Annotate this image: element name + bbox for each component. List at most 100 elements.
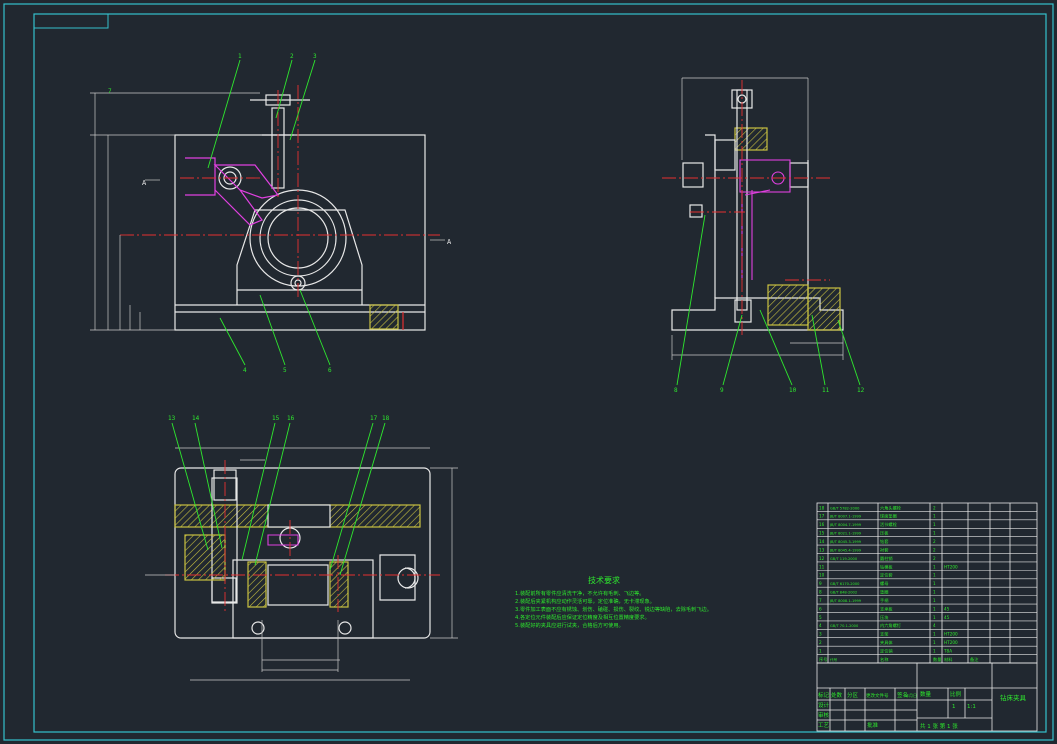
bom-cell: 1 <box>933 573 936 578</box>
bom-cell: 1 <box>933 598 936 603</box>
tb-role-process: 工艺 <box>818 722 830 729</box>
bom-cell: 六角头螺栓 <box>880 504 902 511</box>
bom-cell: 压板 <box>880 530 889 537</box>
top-view <box>174 467 431 639</box>
bom-cell: 1 <box>933 648 936 653</box>
bom-cell: 钻模板 <box>880 563 893 570</box>
bom-cell: 2 <box>933 547 936 552</box>
bom-cell: 2 <box>933 539 936 544</box>
technical-requirements: 技术要求 1.装配前所有零件应清洗干净，不允许有毛刺、飞边等。 2.装配后夹紧机… <box>515 575 712 629</box>
bom-cell: 1 <box>819 648 822 653</box>
top-balloon-13: 13 <box>168 415 176 422</box>
bom-cell: 球面垫圈 <box>880 513 897 520</box>
side-top-boss <box>734 127 768 151</box>
bom-cell: GB/T 6170-2000 <box>830 582 860 586</box>
bom-cell: JB/T 8004.7-1999 <box>829 523 862 527</box>
bom-cell: 9 <box>819 581 822 586</box>
tech-req-line-1: 1.装配前所有零件应清洗干净，不允许有毛刺、飞边等。 <box>515 589 644 597</box>
bom-cell: 5 <box>819 615 822 620</box>
bom-rows: 18 GB/T 5782-2000 六角头螺栓 217 JB/T 8007.1-1999… <box>817 504 1037 663</box>
bom-cell: 活节螺栓 <box>880 521 898 528</box>
bom-cell: 支架 <box>880 631 888 638</box>
bom-cell: GB/T 119-2000 <box>830 557 858 561</box>
tech-req-line-3: 3.零件加工表面不应有锈蚀、划伤、磕碰、损伤、裂纹、锐边等缺陷，去除毛刺飞边。 <box>515 605 712 613</box>
side-balloon-9: 9 <box>720 387 724 394</box>
top-balloon-14: 14 <box>192 415 200 422</box>
bom-cell: 14 <box>819 539 825 544</box>
bom-cell: 1 <box>933 522 936 527</box>
bom-cell: 7 <box>819 598 822 603</box>
side-balloon-11: 11 <box>822 387 830 394</box>
bom-cell: 12 <box>819 556 825 561</box>
bom-cell: JB/T 8007.1-1999 <box>829 515 862 519</box>
bom-cell: 1 <box>933 632 936 637</box>
tb-row-change: 更改文件号 <box>866 692 889 699</box>
bom-cell: 衬套 <box>880 546 889 553</box>
bom-cell: 15 <box>819 531 825 536</box>
bom-cell: JB/T 8045.3-1999 <box>829 540 862 544</box>
bom-cell: 1 <box>933 590 936 595</box>
bom-cell: 8 <box>819 590 822 595</box>
tech-req-line-4: 4.各定位元件装配后应保证定位精度及相互位置精度要求。 <box>515 613 650 621</box>
bom-cell: HT200 <box>944 632 958 637</box>
top-balloon-16: 16 <box>287 415 295 422</box>
bom-cell: T8A <box>943 648 952 653</box>
bom-cell: JB/T 8008.1-1999 <box>829 599 862 603</box>
bom-header-cell: 序号 <box>819 656 827 663</box>
bom-cell: 1 <box>933 531 936 536</box>
scale-value: 1:1 <box>967 704 976 710</box>
top-balloon-18: 18 <box>382 415 390 422</box>
code-box <box>33 13 109 29</box>
bom-cell: HT200 <box>944 564 958 569</box>
bom-cell: 10 <box>819 573 825 578</box>
bom-cell: 1 <box>933 581 936 586</box>
bom-cell: 定位销 <box>880 647 893 654</box>
front-view <box>174 94 426 331</box>
top-bushing-right <box>329 561 349 608</box>
bom-cell: 1 <box>933 514 936 519</box>
bom-header-cell: 名称 <box>880 656 888 663</box>
front-hatch-right <box>369 304 399 330</box>
front-balloon-6: 6 <box>328 367 332 374</box>
drawing-name: 钻床夹具 <box>1000 693 1027 702</box>
bom-cell: 1 <box>933 564 936 569</box>
side-balloon-12: 12 <box>857 387 865 394</box>
front-balloon-2: 2 <box>290 53 294 60</box>
top-balloon-17: 17 <box>370 415 378 422</box>
tb-row-date: 年月日 <box>905 692 917 698</box>
front-balloon-7: 7 <box>108 88 112 95</box>
bom-cell: 夹具体 <box>880 639 893 646</box>
bom-cell: 3 <box>819 632 822 637</box>
bom-header-cell: 备注 <box>970 656 979 663</box>
bom-cell: 内六角螺钉 <box>880 622 902 629</box>
tb-role-approve: 批准 <box>867 721 879 729</box>
tech-req-title: 技术要求 <box>588 575 620 585</box>
sheet-label: 共 1 张 第 1 张 <box>920 722 958 730</box>
tech-req-line-5: 5.装配好的夹具应进行试夹，合格后方可使用。 <box>515 621 624 629</box>
front-balloon-4: 4 <box>243 367 247 374</box>
front-base-block <box>174 134 426 331</box>
bom-cell: 16 <box>819 522 825 527</box>
bom-cell: 45 <box>944 615 950 620</box>
bom-cell: GB/T 848-2002 <box>830 591 857 595</box>
front-balloon-5: 5 <box>283 367 287 374</box>
tb-row-count: 处数 <box>831 691 843 699</box>
quantity-value: 1 <box>952 704 956 710</box>
bom-cell: GB/T 70.1-2000 <box>830 624 859 628</box>
tb-role-design: 设计 <box>818 701 830 709</box>
bom-cell: 11 <box>819 564 825 569</box>
bom-cell: 1 <box>933 640 936 645</box>
bom-cell: 2 <box>933 505 936 510</box>
bom-cell: 4 <box>933 623 936 628</box>
bom-cell: 2 <box>819 640 822 645</box>
tb-role-review: 审核 <box>818 711 830 719</box>
front-balloon-3: 3 <box>313 53 317 60</box>
bom-cell: 垫圈 <box>880 589 888 596</box>
tb-row-zone: 分区 <box>847 691 859 699</box>
bom-header-cell: 数量 <box>933 656 941 663</box>
cad-drawing-canvas: 18 GB/T 5782-2000 六角头螺栓 217 JB/T 8007.1-1999… <box>3 3 1054 741</box>
bom-cell: 圆柱销 <box>880 555 893 562</box>
bom-cell: JB/T 8021.1-1999 <box>829 532 862 536</box>
bom-cell: 定位套 <box>880 572 893 579</box>
bom-cell: 4 <box>819 623 822 628</box>
